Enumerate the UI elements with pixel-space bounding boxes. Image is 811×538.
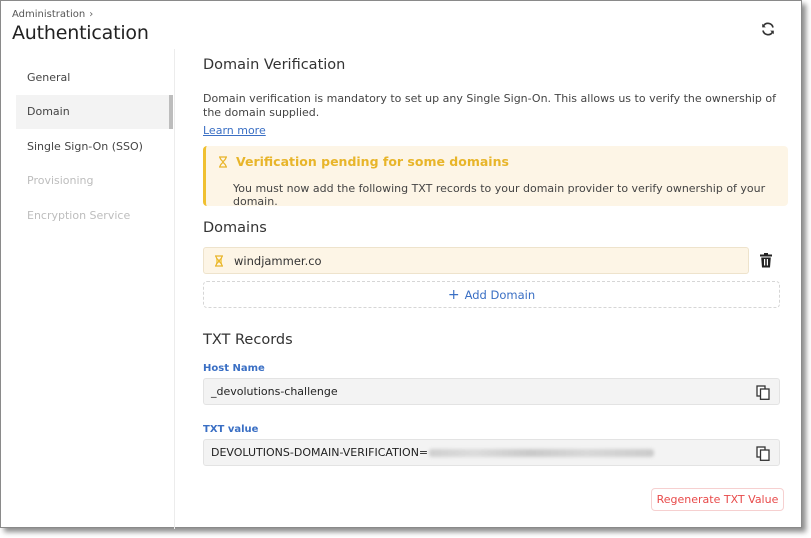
plus-icon: + — [447, 286, 460, 303]
alert-text: You must now add the following TXT recor… — [233, 182, 766, 208]
add-domain-button[interactable]: + Add Domain — [203, 281, 780, 308]
sidebar-item-provisioning: Provisioning — [16, 164, 173, 199]
main-content: Domain Verification Domain verification … — [203, 57, 788, 511]
host-name-field[interactable]: _devolutions-challenge — [203, 378, 780, 405]
txt-value-label: TXT value — [203, 424, 259, 435]
txt-value-field[interactable]: DEVOLUTIONS-DOMAIN-VERIFICATION= — [203, 439, 780, 466]
regenerate-txt-value-button[interactable]: Regenerate TXT Value — [651, 488, 784, 511]
copy-icon[interactable] — [756, 385, 770, 400]
description-text: Domain verification is mandatory to set … — [203, 92, 776, 119]
sidebar-item-label: Domain — [27, 105, 70, 119]
sidebar-item-label: General — [27, 70, 71, 84]
sidebar-item-label: Single Sign-On (SSO) — [27, 139, 143, 153]
add-domain-label: Add Domain — [464, 287, 536, 302]
breadcrumb-administration[interactable]: Administration — [12, 9, 85, 20]
host-name-value: _devolutions-challenge — [211, 385, 338, 398]
chevron-right-icon: › — [89, 9, 94, 20]
sidebar-item-encryption-service: Encryption Service — [16, 198, 173, 233]
learn-more-link[interactable]: Learn more — [203, 124, 266, 137]
verification-pending-alert: Verification pending for some domains Yo… — [203, 146, 788, 208]
sidebar-item-label: Provisioning — [27, 174, 94, 188]
page-title: Authentication — [12, 22, 149, 44]
copy-icon[interactable] — [756, 446, 770, 461]
section-title-domains: Domains — [203, 220, 267, 236]
sidebar-divider — [174, 49, 175, 529]
txt-value-prefix: DEVOLUTIONS-DOMAIN-VERIFICATION= — [211, 446, 429, 459]
domain-list-item[interactable]: windjammer.co — [203, 247, 749, 274]
host-name-label: Host Name — [203, 363, 265, 374]
sidebar-item-sso[interactable]: Single Sign-On (SSO) — [16, 129, 173, 164]
breadcrumb: Administration › — [12, 9, 93, 20]
trash-icon[interactable] — [760, 253, 772, 268]
app-window: Administration › Authentication General … — [0, 0, 802, 529]
alert-title: Verification pending for some domains — [236, 154, 509, 169]
domain-name: windjammer.co — [234, 253, 322, 268]
hourglass-icon — [219, 155, 227, 168]
section-title-domain-verification: Domain Verification — [203, 57, 346, 73]
sidebar: General Domain Single Sign-On (SSO) Prov… — [16, 60, 173, 233]
sidebar-item-label: Encryption Service — [27, 208, 131, 222]
refresh-icon[interactable] — [760, 21, 776, 37]
sidebar-item-domain[interactable]: Domain — [16, 94, 173, 129]
sidebar-item-general[interactable]: General — [16, 60, 173, 95]
hourglass-icon — [215, 254, 223, 267]
alert-title-row: Verification pending for some domains — [218, 154, 509, 169]
section-title-txt-records: TXT Records — [203, 332, 293, 348]
txt-value-redacted — [429, 448, 655, 457]
